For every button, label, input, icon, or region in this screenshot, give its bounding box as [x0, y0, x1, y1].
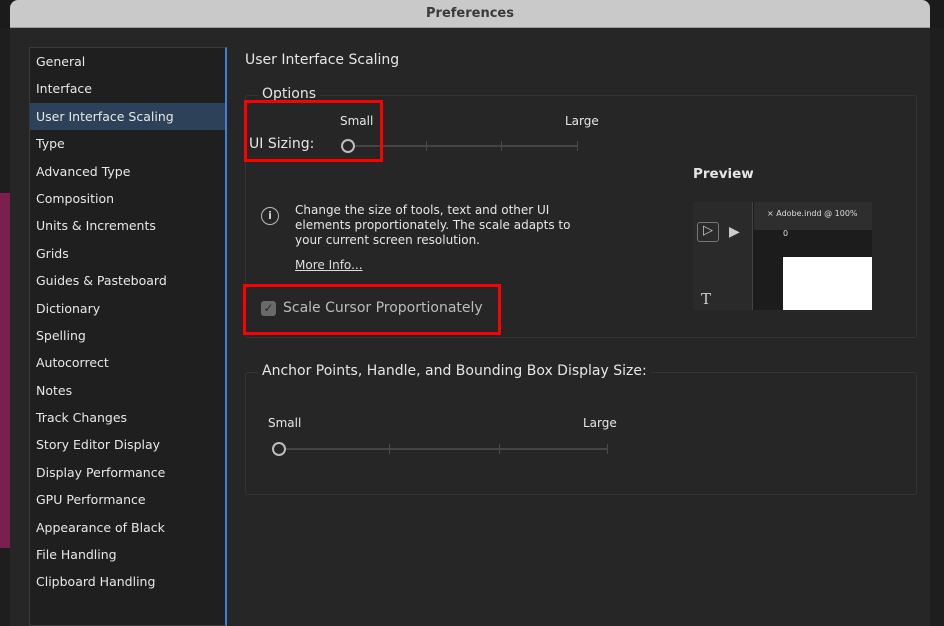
type-tool-icon: T — [701, 290, 712, 308]
sidebar-item-track-changes[interactable]: Track Changes — [30, 404, 225, 431]
sidebar-item-clipboard-handling[interactable]: Clipboard Handling — [30, 568, 225, 595]
sidebar-item-user-interface-scaling[interactable]: User Interface Scaling — [30, 102, 225, 131]
sidebar-item-interface[interactable]: Interface — [30, 75, 225, 102]
sidebar-item-units-increments[interactable]: Units & Increments — [30, 212, 225, 239]
sidebar-item-type[interactable]: Type — [30, 130, 225, 157]
sidebar-item-dictionary[interactable]: Dictionary — [30, 295, 225, 322]
info-text: Change the size of tools, text and other… — [295, 203, 571, 247]
more-info-link[interactable]: More Info... — [295, 258, 363, 273]
info-icon: i — [261, 207, 279, 225]
highlight-box — [244, 100, 383, 162]
slider-knob[interactable] — [272, 442, 286, 456]
anchor-max-label: Large — [583, 416, 617, 430]
preview-doc-title: Adobe.indd @ 100% — [776, 209, 858, 218]
anchor-min-label: Small — [268, 416, 302, 430]
sidebar-item-autocorrect[interactable]: Autocorrect — [30, 349, 225, 376]
sidebar-item-notes[interactable]: Notes — [30, 377, 225, 404]
title-bar: Preferences — [10, 0, 930, 28]
preview-image: ▷ ▶ T × Adobe.indd @ 100% 0 — [693, 202, 872, 310]
sidebar-item-file-handling[interactable]: File Handling — [30, 541, 225, 568]
sidebar-item-story-editor-display[interactable]: Story Editor Display — [30, 431, 225, 458]
preview-page — [783, 257, 872, 310]
highlight-box — [243, 284, 501, 335]
sidebar-item-spelling[interactable]: Spelling — [30, 322, 225, 349]
sidebar-item-gpu-performance[interactable]: GPU Performance — [30, 486, 225, 513]
ui-sizing-max-label: Large — [565, 114, 599, 128]
sidebar-item-general[interactable]: General — [30, 48, 225, 75]
sidebar-item-advanced-type[interactable]: Advanced Type — [30, 158, 225, 185]
page-title: User Interface Scaling — [245, 52, 400, 68]
anchor-legend: Anchor Points, Handle, and Bounding Box … — [258, 363, 651, 379]
direct-selection-icon: ▶ — [729, 224, 740, 240]
preview-doc-tab: × Adobe.indd @ 100% — [767, 209, 858, 218]
anchor-size-slider[interactable] — [272, 442, 612, 458]
background-app-right — [930, 28, 944, 626]
background-app — [0, 28, 10, 626]
anchor-group — [245, 372, 917, 495]
sidebar-item-grids[interactable]: Grids — [30, 240, 225, 267]
preview-label: Preview — [693, 166, 754, 182]
sidebar-item-display-performance[interactable]: Display Performance — [30, 459, 225, 486]
sidebar-list[interactable]: General Interface User Interface Scaling Ty… — [29, 47, 227, 626]
sidebar-item-composition[interactable]: Composition — [30, 185, 225, 212]
selection-tool-icon: ▷ — [697, 222, 719, 242]
sidebar-item-appearance-of-black[interactable]: Appearance of Black — [30, 514, 225, 541]
sidebar-item-guides-pasteboard[interactable]: Guides & Pasteboard — [30, 267, 225, 294]
ruler-zero: 0 — [783, 229, 789, 238]
